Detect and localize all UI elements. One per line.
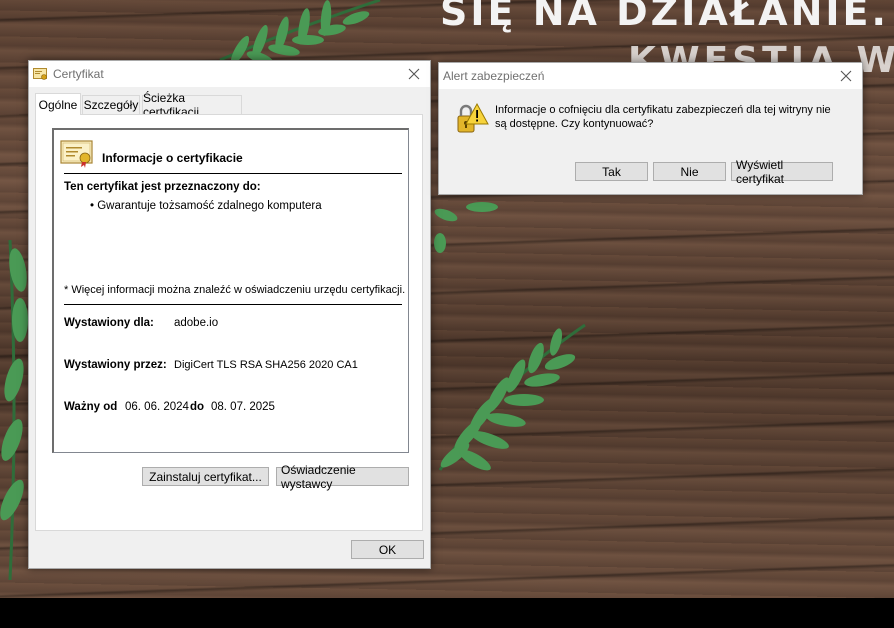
certificate-info-title: Informacje o certyfikacie (102, 151, 243, 165)
certificate-large-icon (60, 140, 93, 168)
no-button[interactable]: Nie (653, 162, 726, 181)
alert-message-line2: są dostępne. Czy kontynuować? (495, 118, 654, 130)
close-icon (840, 70, 852, 82)
alert-close-button[interactable] (832, 65, 860, 87)
issued-to-value: adobe.io (174, 317, 219, 329)
alert-message-line1: Informacje o cofnięciu dla certyfikatu z… (495, 104, 831, 116)
valid-from-label: Ważny od (64, 401, 118, 413)
ok-button[interactable]: OK (351, 540, 424, 559)
info-separator-bottom (64, 304, 402, 305)
alert-titlebar[interactable]: Alert zabezpieczeń (439, 63, 862, 89)
purpose-list-item: • Gwarantuje tożsamość zdalnego komputer… (90, 200, 322, 212)
issuer-statement-button[interactable]: Oświadczenie wystawcy (276, 463, 409, 491)
purpose-heading: Ten certyfikat jest przeznaczony do: (64, 181, 261, 193)
issued-by-value: DigiCert TLS RSA SHA256 2020 CA1 (174, 359, 358, 371)
certificate-info-box: Informacje o certyfikacie Ten certyfikat… (52, 128, 409, 453)
view-certificate-button[interactable]: Wyświetl certyfikat (731, 158, 833, 186)
certificate-titlebar[interactable]: Certyfikat (29, 61, 430, 87)
certificate-window-title: Certyfikat (53, 67, 104, 81)
close-icon (408, 68, 420, 80)
certificate-window: Certyfikat Ogólne Szczegóły Ścieżka cert… (28, 60, 431, 569)
fern-decoration-left (0, 240, 28, 580)
tab-general[interactable]: Ogólne (35, 93, 81, 115)
valid-from-value: 06. 06. 2024 (125, 401, 189, 413)
certificate-close-button[interactable] (400, 63, 428, 85)
general-tab-panel: Informacje o certyfikacie Ten certyfikat… (35, 114, 423, 531)
issued-by-label: Wystawiony przez: (64, 359, 167, 371)
background-headline: SIĘ NA DZIAŁANIE. (440, 0, 889, 34)
warning-lock-icon (457, 102, 489, 133)
purpose-item-text: Gwarantuje tożsamość zdalnego komputera (97, 200, 322, 212)
tab-details[interactable]: Szczegóły (82, 95, 140, 114)
fern-decoration-mid (434, 202, 498, 253)
fern-decoration-right (438, 323, 586, 471)
certificate-icon (33, 68, 47, 80)
alert-window-title: Alert zabezpieczeń (443, 69, 545, 83)
security-alert-window: Alert zabezpieczeń Informacje o cofnięci… (438, 62, 863, 195)
bottom-black-bar (0, 598, 894, 628)
info-separator-top (64, 173, 402, 174)
valid-to-label: do (190, 401, 205, 413)
issued-to-label: Wystawiony dla: (64, 317, 154, 329)
valid-to-value: 08. 07. 2025 (211, 401, 275, 413)
more-info-note: * Więcej informacji można znaleźć w oświ… (64, 284, 406, 296)
tab-certification-path[interactable]: Ścieżka certyfikacji (142, 91, 242, 119)
install-certificate-button[interactable]: Zainstaluj certyfikat... (142, 467, 269, 486)
yes-button[interactable]: Tak (575, 162, 648, 181)
